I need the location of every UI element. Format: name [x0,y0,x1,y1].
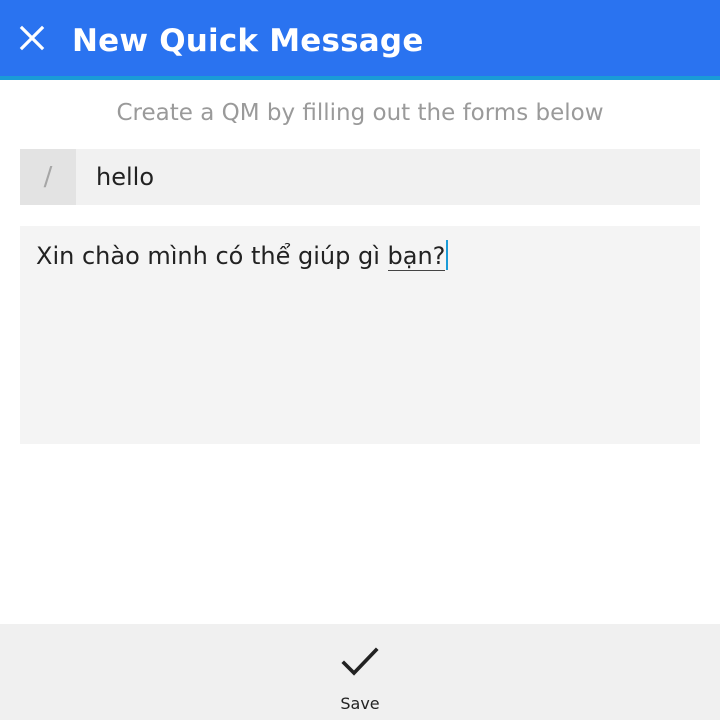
header-accent-line [0,76,720,80]
bottom-action-bar: Save [0,624,720,720]
checkmark-icon [341,647,379,676]
page-title: New Quick Message [72,23,424,59]
message-text-underlined-word: bạn? [387,242,446,271]
shortcut-prefix: / [20,149,76,205]
message-textarea[interactable]: Xin chào mình có thể giúp gì bạn? [20,226,700,444]
form-instructions: Create a QM by filling out the forms bel… [116,100,604,126]
quick-message-screen: New Quick Message Create a QM by filling… [0,0,720,720]
title-bar: New Quick Message [0,0,720,80]
message-text-main: Xin chào mình có thể giúp gì [36,242,388,270]
save-button[interactable]: Save [310,634,410,718]
close-button[interactable] [12,18,52,58]
message-text: Xin chào mình có thể giúp gì bạn? [36,238,449,274]
text-cursor [446,240,449,270]
shortcut-field: / [20,149,700,205]
save-label: Save [340,694,380,713]
close-icon [19,25,45,51]
shortcut-input[interactable] [76,149,700,205]
